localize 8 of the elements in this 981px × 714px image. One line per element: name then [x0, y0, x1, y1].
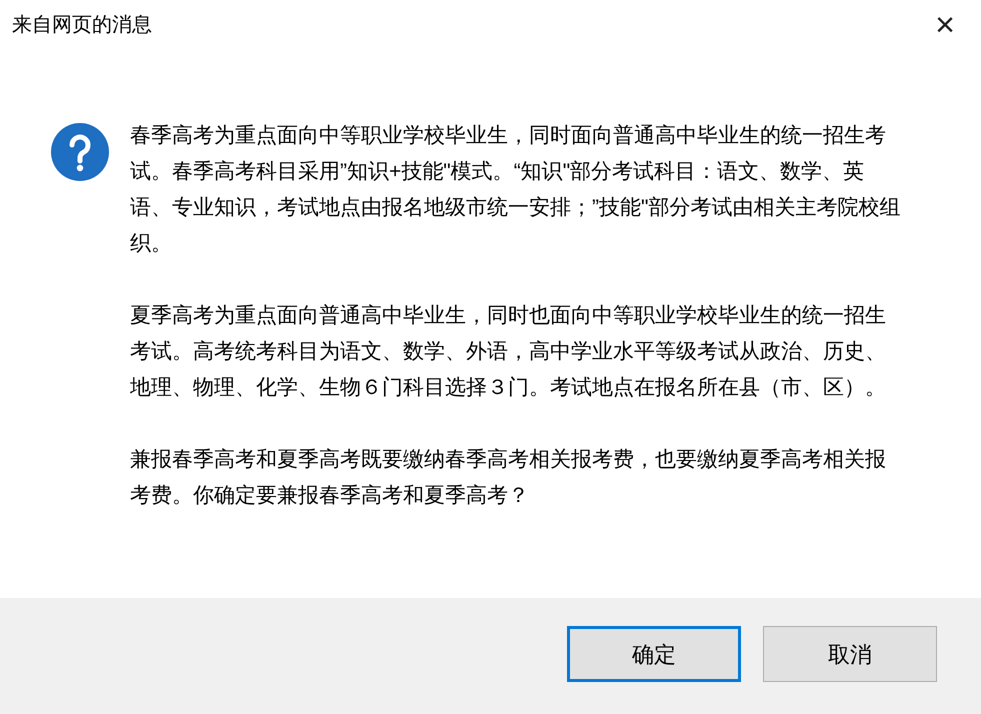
dialog-button[interactable]: 确定: [567, 626, 741, 682]
message-paragraph: 夏季高考为重点面向普通高中毕业生，同时也面向中等职业学校毕业生的统一招生考试。高考统考科目为语文、数学、外语，高中学业水平等级考试从政治、历史、地理、物理、化学、生物６门科目选择３门。考试地点在报名所在县（市、区）。: [130, 303, 887, 401]
dialog-button[interactable]: 取消: [763, 626, 937, 682]
question-icon: [50, 122, 110, 182]
message-paragraph: 春季高考为重点面向中等职业学校毕业生，同时面向普通高中毕业生的统一招生考试。春季高考科目采用”知识+技能"模式。“知识"部分考试科目：语文、数学、英语、专业知识，考试地点由报名地级市统一安排；”技能"部分考试由相关主考院校组织。: [130, 123, 902, 257]
window-title: 来自网页的消息: [12, 13, 152, 38]
close-button[interactable]: ×: [925, 5, 965, 45]
message-paragraph: 兼报春季高考和夏季高考既要缴纳春季高考相关报考费，也要缴纳夏季高考相关报考费。你确定要兼报春季高考和夏季高考？: [130, 447, 887, 509]
